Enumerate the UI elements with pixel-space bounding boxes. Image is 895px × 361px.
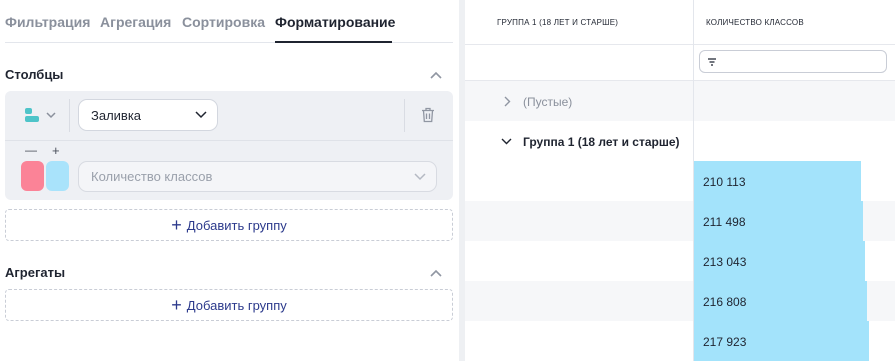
color-scale-icon: [25, 108, 56, 122]
tab-aggregation[interactable]: Агрегация: [100, 14, 171, 30]
column-divider: [693, 0, 694, 361]
chevron-down-icon[interactable]: [501, 137, 512, 145]
group-label: (Пустые): [523, 95, 573, 109]
divider: [404, 99, 405, 132]
tab-formatting[interactable]: Форматирование: [275, 14, 395, 30]
divider: [69, 99, 70, 132]
color-stop-swatch-max[interactable]: [46, 161, 69, 191]
format-type-select[interactable]: Заливка: [78, 99, 218, 131]
table-row: 213 043: [465, 241, 895, 281]
add-color-stop-button[interactable]: +: [52, 143, 60, 158]
filter-icon: [708, 58, 716, 66]
divider: [465, 44, 895, 45]
chevron-right-icon[interactable]: [503, 96, 511, 107]
table-row: 216 808: [465, 281, 895, 321]
tab-filtering[interactable]: Фильтрация: [5, 14, 90, 30]
format-type-icon-dropdown[interactable]: [19, 104, 65, 128]
chevron-down-icon: [414, 172, 426, 180]
cell-value: 211 498: [703, 215, 746, 229]
collapse-aggregates-chevron-up-icon[interactable]: [430, 269, 442, 277]
cell-value: 213 043: [703, 255, 747, 269]
table-row: 210 113: [465, 161, 895, 201]
cell-value: 210 113: [703, 175, 746, 189]
group-row-empty[interactable]: (Пустые): [465, 81, 895, 121]
plus-icon: +: [171, 215, 182, 235]
column-header-group[interactable]: Группа 1 (18 лет и старше): [497, 0, 687, 44]
cell-value: 216 808: [703, 295, 747, 309]
collapse-columns-chevron-up-icon[interactable]: [430, 71, 442, 79]
add-column-group-button[interactable]: + Добавить группу: [5, 209, 453, 241]
aggregates-section-title: Агрегаты: [5, 265, 66, 280]
column-select-value: Количество классов: [91, 169, 213, 184]
plus-icon: +: [171, 295, 182, 315]
trash-icon[interactable]: [421, 107, 435, 123]
format-rule-group: Заливка — + Количество классов: [5, 91, 453, 200]
settings-tabs: Фильтрация Агрегация Сортировка Форматир…: [5, 0, 453, 43]
table-row: 211 498: [465, 201, 895, 241]
group-label: Группа 1 (18 лет и старше): [523, 135, 680, 149]
preview-table: Группа 1 (18 лет и старше) Количество кл…: [465, 0, 895, 361]
add-group-label: Добавить группу: [186, 217, 287, 233]
color-stop-swatch-min[interactable]: [21, 161, 44, 191]
column-select[interactable]: Количество классов: [78, 161, 437, 192]
column-header-class-count[interactable]: Количество классов: [706, 0, 886, 44]
columns-section-title: Столбцы: [5, 67, 64, 82]
divider: [5, 140, 453, 141]
remove-color-stop-button[interactable]: —: [25, 143, 37, 157]
add-aggregate-group-button[interactable]: + Добавить группу: [5, 289, 453, 321]
settings-panel: Фильтрация Агрегация Сортировка Форматир…: [0, 0, 459, 361]
tab-sorting[interactable]: Сортировка: [182, 14, 265, 30]
add-group-label: Добавить группу: [186, 297, 287, 313]
table-row: 217 923: [465, 321, 895, 361]
group-row-adults[interactable]: Группа 1 (18 лет и старше): [465, 121, 895, 161]
column-filter-input[interactable]: [699, 50, 887, 73]
cell-value: 217 923: [703, 335, 747, 349]
format-type-select-value: Заливка: [91, 107, 142, 123]
chevron-down-icon: [195, 111, 207, 119]
active-tab-indicator: [275, 41, 392, 43]
